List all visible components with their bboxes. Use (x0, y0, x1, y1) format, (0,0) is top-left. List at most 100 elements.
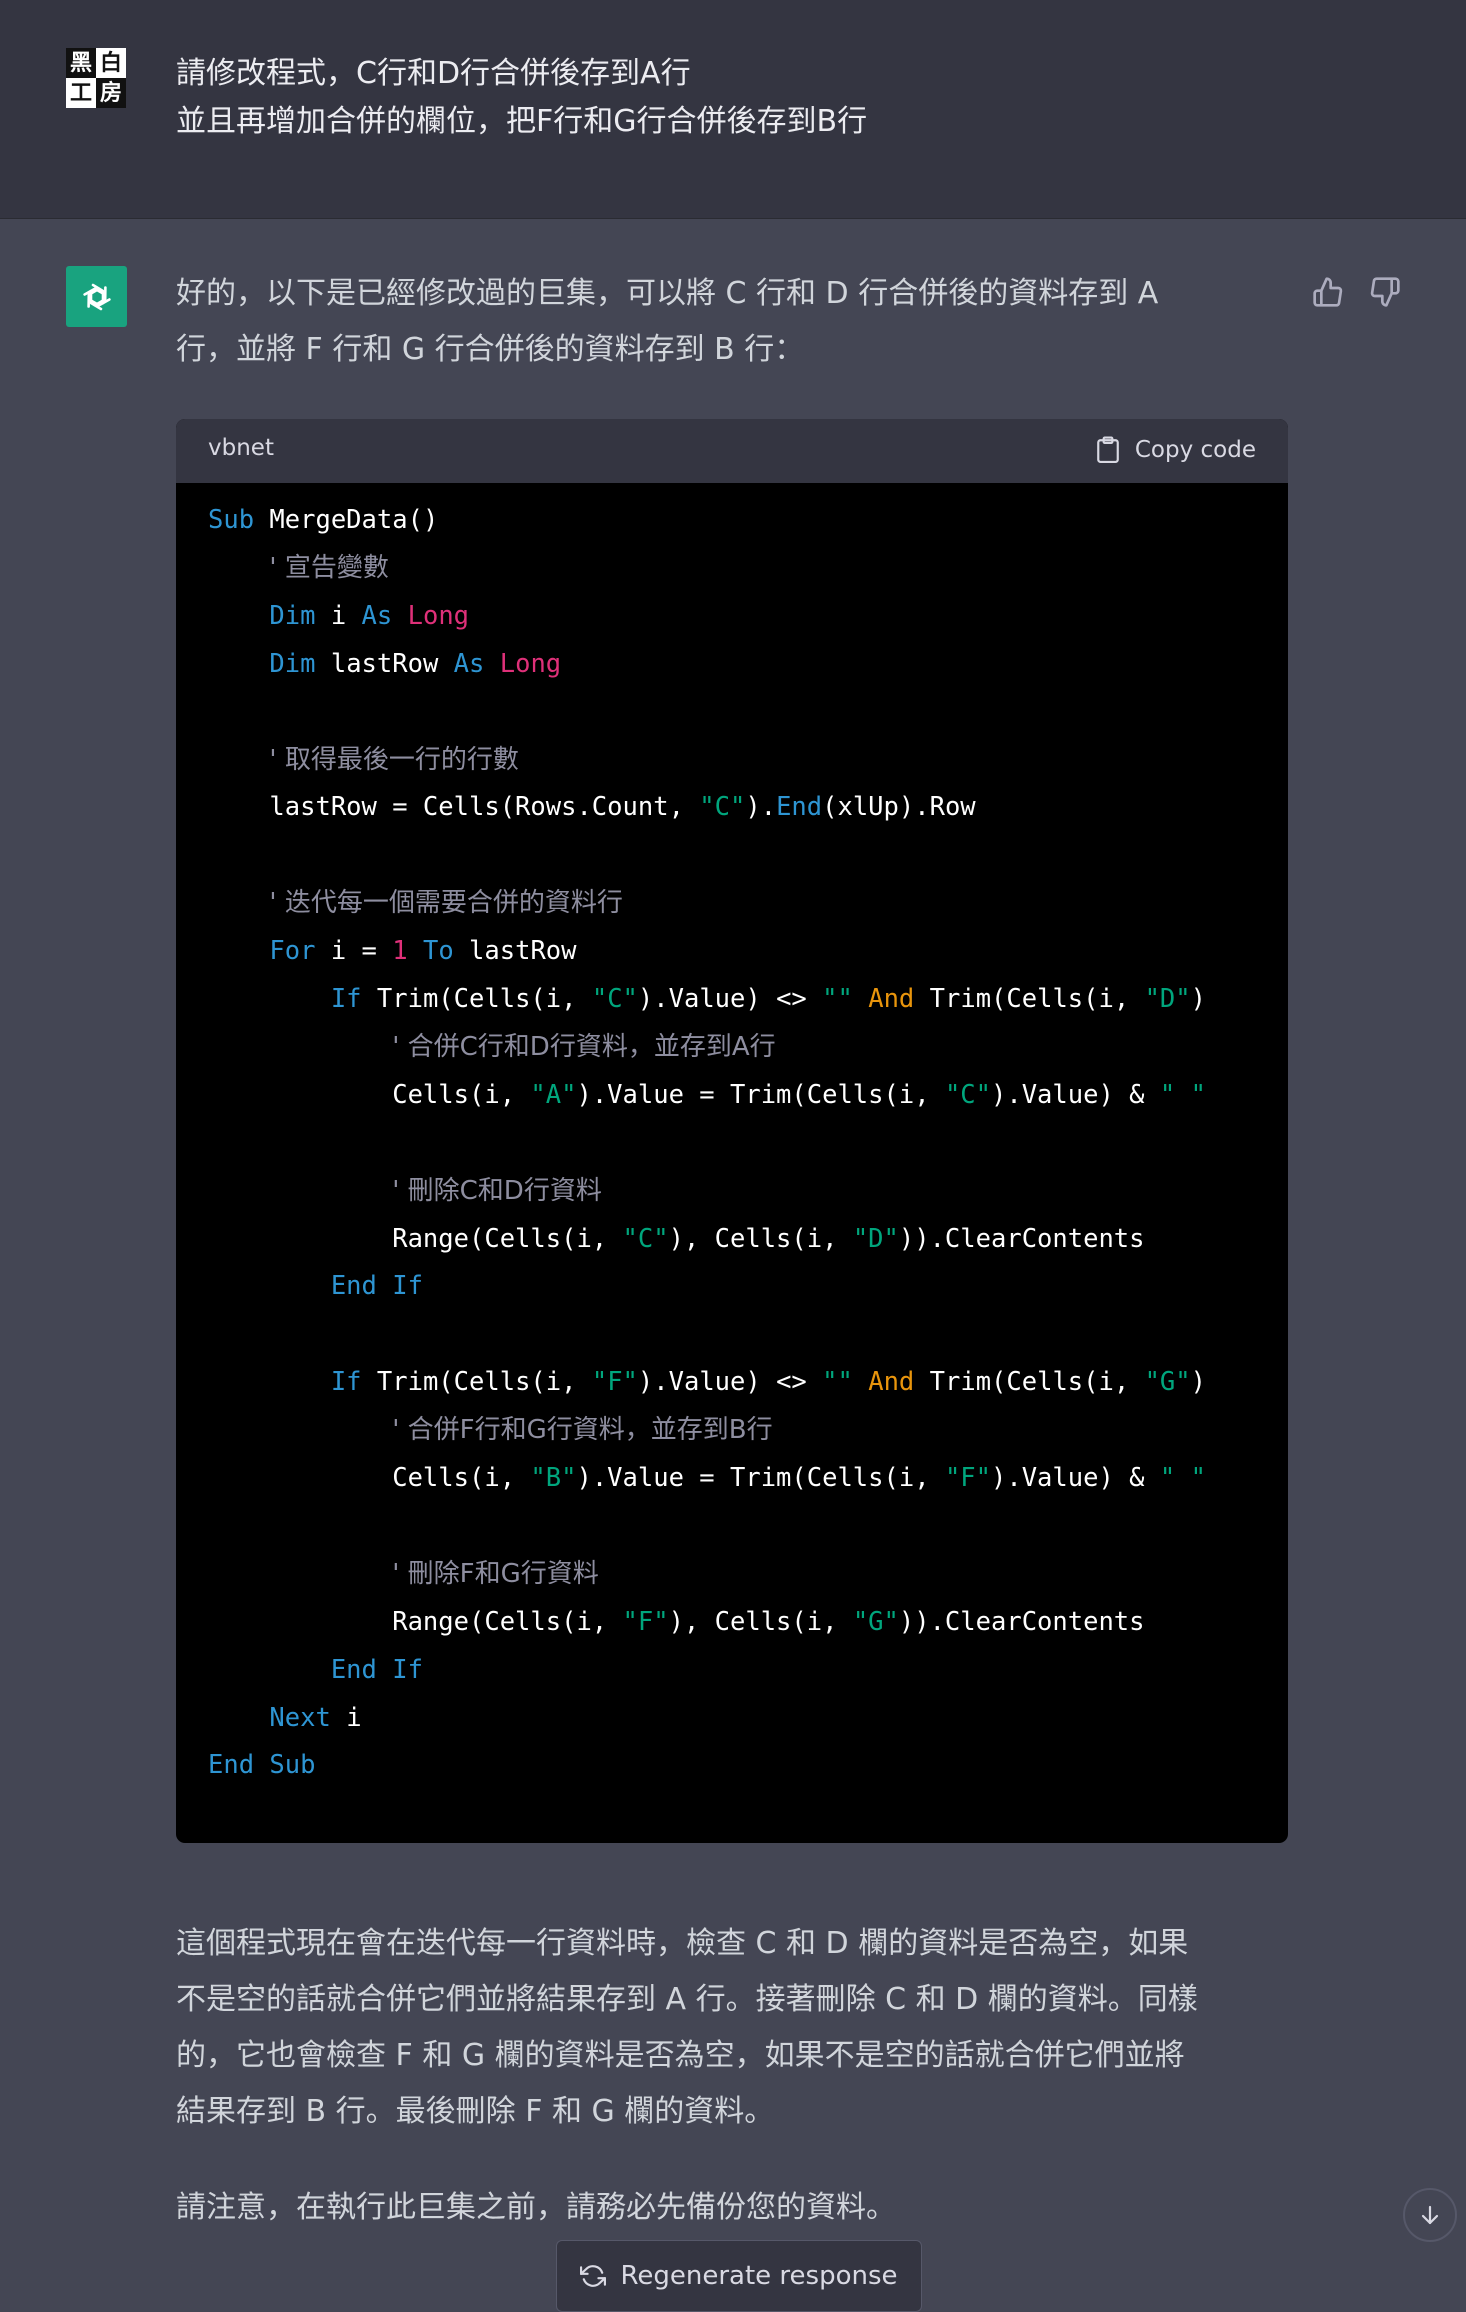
assistant-note: 請注意，在執行此巨集之前，請務必先備份您的資料。 (176, 2190, 896, 2225)
code-line: Dim lastRow As Long (208, 644, 561, 684)
code-token: ).Value = Trim(Cells(i, (576, 1079, 945, 1110)
code-token: Trim(Cells(i, (914, 984, 1145, 1014)
code-line: ' 合併C行和D行資料，並存到A行 (208, 1027, 776, 1067)
code-token: ).Value) & (991, 1079, 1160, 1110)
code-content: Sub MergeData() ' 宣告變數 Dim i As Long Dim… (208, 483, 1288, 1843)
thumbs-up-icon[interactable] (1308, 272, 1348, 312)
code-token: i (315, 600, 362, 631)
code-token: Dim (269, 600, 316, 631)
code-token: ).Value) & (991, 1463, 1160, 1493)
code-token: For (269, 936, 316, 967)
code-token: End If (330, 1271, 423, 1302)
code-token: End If (330, 1654, 423, 1685)
explanation-line: 這個程式現在會在迭代每一行資料時，檢查 C 和 D 欄的資料是否為空，如果 (176, 1926, 1189, 1961)
code-token: "G" (1144, 1367, 1191, 1398)
code-line: Range(Cells(i, "C"), Cells(i, "D")).Clea… (208, 1219, 1144, 1259)
code-token: "C" (622, 1223, 669, 1254)
code-token: Cells(i, (208, 1079, 531, 1110)
regenerate-response-button[interactable]: Regenerate response (556, 2240, 922, 2312)
copy-code-label: Copy code (1134, 437, 1256, 463)
code-token: Cells(i, (208, 1463, 531, 1493)
code-line: If Trim(Cells(i, "C").Value) <> "" And T… (208, 979, 1206, 1019)
copy-code-button[interactable]: Copy code (1095, 435, 1256, 465)
code-block-header: vbnet Copy code (176, 419, 1288, 483)
explanation-line: 不是空的話就合併它們並將結果存到 A 行。接著刪除 C 和 D 欄的資料。同樣 (176, 1982, 1198, 2017)
code-token: And (868, 1367, 915, 1398)
code-token: 1 (392, 936, 408, 967)
code-comment: ' 合併F行和G行資料，並存到B行 (392, 1415, 773, 1446)
avatar-char: 白 (96, 48, 126, 78)
code-token: Long (499, 648, 562, 679)
thumbs-down-icon[interactable] (1365, 272, 1405, 312)
code-block: vbnet Copy code Sub MergeData() ' 宣告變數 D… (176, 419, 1288, 1843)
code-token: If (330, 984, 362, 1014)
code-token: " " (1159, 1463, 1206, 1493)
user-message-text: 請修改程式，C行和D行合併後存到A行 並且再增加合併的欄位，把F行和G行合併後存… (176, 50, 1326, 146)
code-comment: ' 宣告變數 (269, 552, 389, 583)
code-line: End If (208, 1266, 423, 1306)
assistant-explanation: 這個程式現在會在迭代每一行資料時，檢查 C 和 D 欄的資料是否為空，如果 不是… (176, 1916, 1296, 2140)
code-token: To (422, 936, 454, 967)
code-token: Trim(Cells(i, (914, 1367, 1145, 1398)
code-line: Dim i As Long (208, 596, 469, 636)
code-token: ).Value) <> (637, 984, 823, 1014)
avatar-char: 房 (96, 78, 126, 108)
user-avatar: 黑 白 工 房 (66, 48, 126, 108)
scroll-to-bottom-button[interactable] (1403, 2188, 1457, 2242)
code-token: Range(Cells(i, (208, 1606, 623, 1637)
code-token: i (330, 1702, 362, 1733)
code-token: As (361, 600, 393, 631)
code-token: "F" (622, 1606, 669, 1637)
code-token: "G" (852, 1606, 899, 1637)
code-token: lastRow = Cells(Rows.Count, (208, 792, 700, 823)
code-line: ' 刪除C和D行資料 (208, 1171, 602, 1211)
code-token: "F" (944, 1463, 991, 1493)
assistant-intro-line: 行，並將 F 行和 G 行合併後的資料存到 B 行： (176, 332, 805, 367)
avatar-char: 黑 (66, 48, 96, 78)
chatgpt-logo-icon (66, 266, 127, 327)
code-token: ), Cells(i, (668, 1223, 853, 1254)
code-line: Next i (208, 1698, 362, 1738)
code-token: Range(Cells(i, (208, 1223, 623, 1254)
code-token: lastRow (315, 648, 454, 679)
code-token: And (868, 984, 915, 1014)
code-token: Sub (208, 505, 255, 535)
user-message-line: 請修改程式，C行和D行合併後存到A行 (176, 56, 691, 91)
code-token: i = (315, 936, 393, 967)
code-line: End Sub (208, 1745, 315, 1785)
regenerate-label: Regenerate response (620, 2261, 898, 2291)
assistant-intro-line: 好的，以下是已經修改過的巨集，可以將 C 行和 D 行合併後的資料存到 A (176, 276, 1159, 311)
code-token: ) (1190, 984, 1206, 1014)
code-token: ).Value) <> (637, 1367, 823, 1398)
explanation-line: 的，它也會檢查 F 和 G 欄的資料是否為空，如果不是空的話就合併它們並將 (176, 2038, 1185, 2073)
code-comment: ' 合併C行和D行資料，並存到A行 (392, 1031, 776, 1062)
code-comment: ' 刪除F和G行資料 (392, 1558, 599, 1589)
code-line: Sub MergeData() (208, 500, 438, 540)
user-message-line: 並且再增加合併的欄位，把F行和G行合併後存到B行 (176, 104, 868, 139)
code-line: ' 迭代每一個需要合併的資料行 (208, 883, 622, 923)
code-token: "C" (944, 1079, 991, 1110)
explanation-line: 結果存到 B 行。最後刪除 F 和 G 欄的資料。 (176, 2094, 775, 2129)
code-token: "B" (530, 1463, 577, 1493)
code-line: End If (208, 1650, 423, 1690)
code-line: lastRow = Cells(Rows.Count, "C").End(xlU… (208, 787, 975, 827)
arrow-down-icon (1421, 2205, 1439, 2225)
code-token: "D" (1144, 984, 1191, 1014)
code-line: ' 宣告變數 (208, 548, 389, 588)
code-token: "C" (591, 984, 638, 1014)
code-token: End (776, 792, 823, 823)
code-comment: ' 取得最後一行的行數 (269, 744, 519, 775)
